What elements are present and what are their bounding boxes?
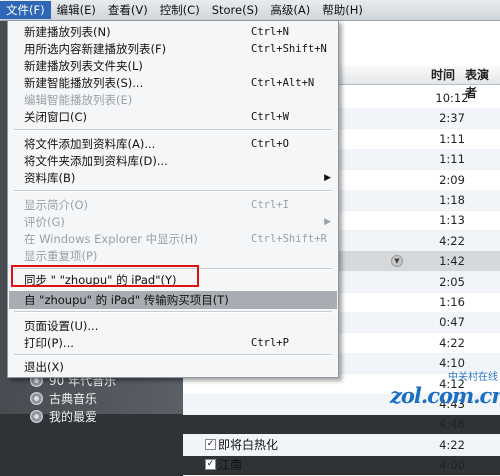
track-time: 4:46 [439, 417, 465, 432]
watermark-site: zol.com.cn [390, 383, 500, 408]
menu-advanced[interactable]: 高级(A) [264, 1, 316, 19]
gear-icon [30, 409, 43, 423]
table-row[interactable]: ✓ 即将白热化 4:22 [183, 434, 500, 456]
menu-item-new-playlist-from-selection[interactable]: 用所选内容新建播放列表(F) Ctrl+Shift+N [9, 40, 337, 58]
menu-item-edit-smart-playlist: 编辑智能播放列表(E) [24, 93, 133, 107]
track-time: 1:18 [439, 193, 465, 207]
menu-item-rating: 评价(G) ▶ [24, 215, 331, 229]
menu-separator [14, 190, 332, 192]
menu-control[interactable]: 控制(C) [154, 1, 206, 19]
menu-item-exit[interactable]: 退出(X) [9, 358, 337, 376]
track-time: 1:16 [439, 295, 465, 309]
track-time: 1:13 [439, 213, 465, 228]
menu-item-add-folder[interactable]: 将文件夹添加到资料库(D)... [9, 152, 337, 170]
menu-item-new-smart-playlist[interactable]: 新建智能播放列表(S)... Ctrl+Alt+N [9, 74, 337, 92]
menu-item-close-window[interactable]: 关闭窗口(C) Ctrl+W [9, 108, 337, 126]
gear-icon [30, 391, 43, 405]
sidebar-item-label: 我的最爱 [49, 409, 98, 424]
menu-item-library[interactable]: 资料库(B) ▶ [9, 169, 337, 187]
column-artist[interactable]: 表演者 [465, 66, 500, 100]
track-time: 2:05 [439, 274, 465, 289]
track-time: 4:22 [439, 335, 465, 350]
menu-edit[interactable]: 编辑(E) [51, 1, 102, 19]
menu-item-add-file[interactable]: 将文件添加到资料库(A)... Ctrl+O [9, 135, 337, 153]
menu-separator [14, 354, 332, 356]
menu-item-new-playlist[interactable]: 新建播放列表(N) Ctrl+N [9, 23, 337, 41]
track-time: 1:11 [439, 131, 465, 146]
sidebar-item-favorites[interactable]: 我的最爱 [30, 407, 97, 425]
row-checkbox[interactable]: ✓ [205, 459, 216, 471]
menu-separator [14, 311, 332, 313]
menu-store[interactable]: Store(S) [206, 1, 265, 19]
menu-separator [14, 129, 332, 131]
watermark: 中关村在线 zol.com.cn [390, 368, 500, 412]
menu-bar: 文件(F) 编辑(E) 查看(V) 控制(C) Store(S) 高级(A) 帮… [0, 0, 500, 21]
sidebar-item-label: 古典音乐 [49, 391, 98, 406]
menu-item-show-info: 显示简介(O) Ctrl+I [24, 198, 289, 212]
menu-item-sync-ipad[interactable]: 同步 " "zhoupu" 的 iPad"(Y) [9, 271, 337, 289]
track-time: 4:22 [439, 437, 465, 452]
menu-item-print[interactable]: 打印(P)... Ctrl+P [9, 334, 337, 352]
menu-help[interactable]: 帮助(H) [316, 1, 369, 19]
row-options-icon[interactable]: ▼ [391, 255, 403, 268]
menu-view[interactable]: 查看(V) [102, 1, 154, 19]
track-time: 2:37 [439, 111, 465, 126]
menu-item-new-playlist-folder[interactable]: 新建播放列表文件夹(L) [9, 57, 337, 75]
submenu-arrow-icon: ▶ [324, 217, 331, 227]
menu-item-transfer-purchases[interactable]: 自 "zhoupu" 的 iPad" 传输购买项目(T) [9, 291, 337, 309]
track-title: 江南 [218, 458, 243, 473]
file-menu-dropdown: 新建播放列表(N) Ctrl+N 用所选内容新建播放列表(F) Ctrl+Shi… [7, 20, 339, 378]
row-checkbox[interactable]: ✓ [205, 438, 216, 450]
table-row[interactable]: ✓ 江南 4:00 [183, 455, 500, 476]
submenu-arrow-icon: ▶ [324, 173, 331, 183]
track-time: 4:00 [439, 458, 465, 473]
track-time: 10:12 [435, 91, 469, 105]
menu-item-show-duplicates: 显示重复项(P) [24, 249, 98, 263]
sidebar-item-classical[interactable]: 古典音乐 [30, 389, 97, 407]
watermark-name: 中关村在线 [448, 372, 498, 383]
menu-item-page-setup[interactable]: 页面设置(U)... [9, 317, 337, 335]
track-time: 4:22 [439, 233, 465, 248]
track-time: 0:47 [439, 315, 465, 330]
table-row[interactable]: 4:46 [183, 414, 500, 436]
column-time[interactable]: 时间 [431, 66, 455, 84]
menu-file[interactable]: 文件(F) [0, 1, 51, 19]
track-time: 1:11 [439, 152, 465, 167]
menu-item-show-in-explorer: 在 Windows Explorer 中显示(H) Ctrl+Shift+R [24, 232, 327, 246]
track-time: 1:42 [439, 254, 465, 269]
menu-separator [14, 268, 332, 270]
track-time: 2:09 [439, 172, 465, 187]
track-title: 即将白热化 [218, 437, 279, 452]
